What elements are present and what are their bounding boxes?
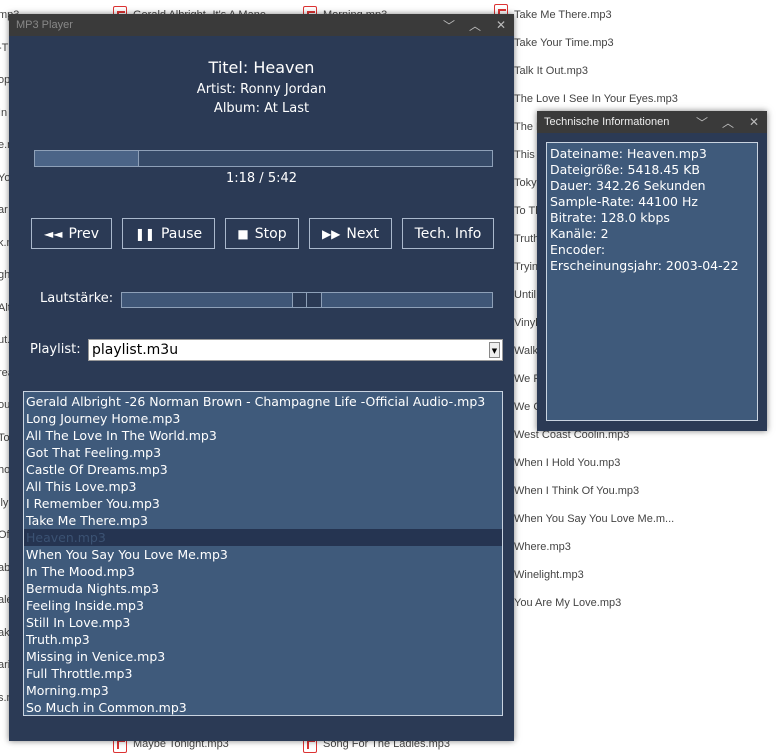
pause-icon: ❚❚ [134,226,155,241]
next-button[interactable]: ▶▶ Next [309,218,392,249]
chevron-down-icon[interactable]: ▼ [489,342,500,358]
volume-label: Lautstärke: [40,291,114,306]
playlist-item[interactable]: Gerald Albright -26 Norman Brown - Champ… [24,393,502,410]
playlist-item[interactable]: Long Journey Home.mp3 [24,410,502,427]
playlist-item[interactable]: Truth.mp3 [24,631,502,648]
desktop-file-label[interactable]: -T [0,41,8,55]
tech-window-title: Technische Informationen [544,116,670,128]
close-icon[interactable]: ✕ [741,115,767,129]
desktop-file-label[interactable]: Until [514,288,536,302]
playlist-select-value: playlist.m3u [92,342,179,358]
close-icon[interactable]: ✕ [488,18,514,32]
desktop-file-label[interactable]: Take Your Time.mp3 [514,36,614,50]
progress-fill [35,151,139,166]
playlist-listbox[interactable]: Gerald Albright -26 Norman Brown - Champ… [23,391,503,716]
tech-titlebar[interactable]: Technische Informationen ﹀ ︿ ✕ [537,111,767,133]
playlist-item[interactable]: So Much in Common.mp3 [24,699,502,715]
volume-slider-thumb[interactable] [292,293,322,307]
minimize-icon[interactable]: ﹀ [689,114,715,131]
maximize-icon[interactable]: ︿ [715,114,741,131]
playlist-select[interactable]: playlist.m3u ▼ [88,339,503,361]
prev-button[interactable]: ◄◄ Prev [31,218,112,249]
stop-icon: ■ [237,226,249,241]
minimize-icon[interactable]: ﹀ [436,17,462,34]
tech-info-line: Sample-Rate: 44100 Hz [550,194,698,209]
playlist-item[interactable]: Missing in Venice.mp3 [24,648,502,665]
maximize-icon[interactable]: ︿ [462,17,488,34]
playlist-item[interactable]: Got That Feeling.mp3 [24,444,502,461]
playlist-item[interactable]: Feeling Inside.mp3 [24,597,502,614]
desktop-file-label[interactable]: When I Think Of You.mp3 [514,484,639,498]
progress-bar[interactable] [34,150,493,167]
player-window-title: MP3 Player [16,19,73,31]
playlist-label: Playlist: [30,342,81,357]
tech-info-line: Kanäle: 2 [550,226,609,241]
playlist-item[interactable]: All This Love.mp3 [24,478,502,495]
desktop-file-label[interactable]: In [0,106,7,120]
playlist-item[interactable]: Heaven.mp3 [24,529,502,546]
tech-info-line: Dauer: 342.26 Sekunden [550,178,706,193]
mp3-player-window: MP3 Player ﹀ ︿ ✕ Titel: Heaven Artist: R… [9,14,514,741]
playlist-item[interactable]: All The Love In The World.mp3 [24,427,502,444]
desktop-file-label[interactable]: Winelight.mp3 [514,568,584,582]
tech-info-line: Bitrate: 128.0 kbps [550,210,670,225]
playlist-item[interactable]: When You Say You Love Me.mp3 [24,546,502,563]
desktop-file-label[interactable]: Walk [514,344,538,358]
tech-info-line: Dateigröße: 5418.45 KB [550,162,700,177]
next-label: Next [346,225,380,242]
pause-button[interactable]: ❚❚ Pause [122,218,215,249]
tech-info-window: Technische Informationen ﹀ ︿ ✕ Dateiname… [537,111,767,431]
playlist-item[interactable]: I Remember You.mp3 [24,495,502,512]
playlist-item[interactable]: Take Me There.mp3 [24,512,502,529]
playlist-item[interactable]: Castle Of Dreams.mp3 [24,461,502,478]
desktop-file-label[interactable]: Talk It Out.mp3 [514,64,588,78]
song-album: Album: At Last [213,101,310,116]
desktop-file-label[interactable]: You Are My Love.mp3 [514,596,621,610]
time-display: 1:18 / 5:42 [225,171,298,186]
volume-slider[interactable] [121,292,493,308]
desktop-file-label[interactable]: When You Say You Love Me.m... [514,512,674,526]
tech-info-text: Dateiname: Heaven.mp3 Dateigröße: 5418.45… [546,142,758,421]
playlist-item[interactable]: Bermuda Nights.mp3 [24,580,502,597]
tech-info-line: Dateiname: Heaven.mp3 [550,146,707,161]
song-title: Titel: Heaven [208,58,315,77]
playlist-item[interactable]: Still In Love.mp3 [24,614,502,631]
fast-forward-icon: ▶▶ [321,226,341,241]
player-titlebar[interactable]: MP3 Player ﹀ ︿ ✕ [9,14,514,36]
playlist-item[interactable]: Full Throttle.mp3 [24,665,502,682]
playlist-item[interactable]: In The Mood.mp3 [24,563,502,580]
desktop-file-label[interactable]: Toky [514,176,537,190]
desktop-file-label[interactable]: Vinyl [514,316,538,330]
prev-label: Prev [68,225,99,242]
desktop-file-label[interactable]: Where.mp3 [514,540,571,554]
desktop-file-label[interactable]: When I Hold You.mp3 [514,456,620,470]
tech-info-button[interactable]: Tech. Info [402,218,494,249]
stop-label: Stop [254,225,287,242]
tech-info-line: Encoder: [550,242,606,257]
rewind-icon: ◄◄ [43,226,63,241]
pause-label: Pause [160,225,203,242]
desktop-file-label[interactable]: This [514,148,535,162]
desktop-file-label[interactable]: The Love I See In Your Eyes.mp3 [514,92,678,106]
desktop-file-label[interactable]: Tryin [514,260,538,274]
playlist-item[interactable]: Morning.mp3 [24,682,502,699]
desktop-file-label[interactable]: Truth [514,232,539,246]
desktop-file-label[interactable]: Take Me There.mp3 [514,8,612,22]
tech-info-line: Erscheinungsjahr: 2003-04-22 [550,258,739,273]
tech-info-label: Tech. Info [414,225,482,242]
song-artist: Artist: Ronny Jordan [196,82,327,97]
desktop-file-label[interactable]: ar [0,203,8,217]
stop-button[interactable]: ■ Stop [225,218,299,249]
